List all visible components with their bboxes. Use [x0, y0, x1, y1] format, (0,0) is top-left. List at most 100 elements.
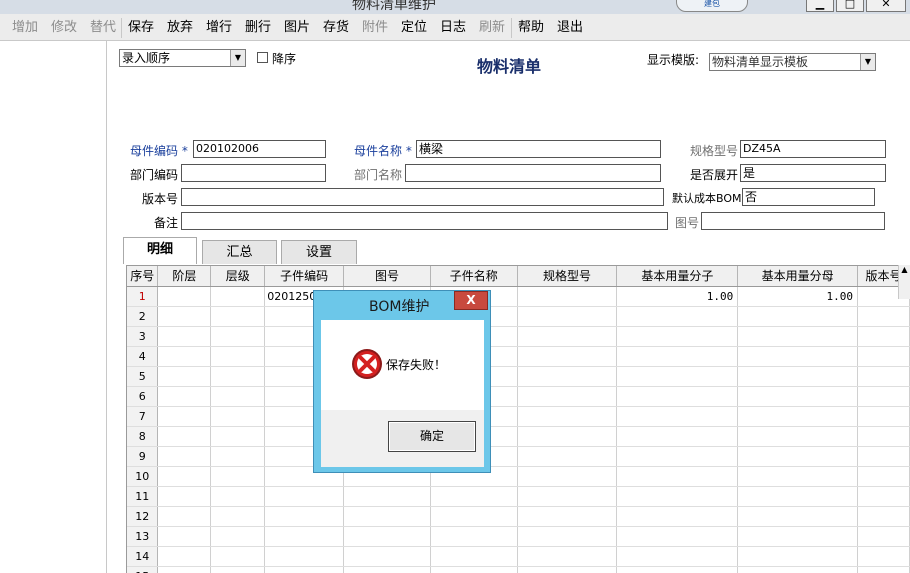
- help-button[interactable]: 帮助: [518, 19, 544, 37]
- grid-cell[interactable]: [517, 426, 618, 447]
- grid-cell[interactable]: [210, 446, 266, 467]
- grid-cell[interactable]: [157, 346, 212, 367]
- grid-cell[interactable]: [737, 466, 859, 487]
- spec-field[interactable]: DZ45A: [740, 140, 886, 158]
- grid-cell[interactable]: [264, 546, 345, 567]
- grid-cell[interactable]: [737, 426, 859, 447]
- grid-cell[interactable]: [157, 326, 212, 347]
- table-row[interactable]: 6: [127, 386, 910, 407]
- grid-cell[interactable]: [210, 406, 266, 427]
- grid-cell[interactable]: [737, 566, 859, 573]
- delete-row-button[interactable]: 删行: [245, 19, 271, 37]
- grid-cell[interactable]: [264, 566, 345, 573]
- grid-cell[interactable]: [264, 506, 345, 527]
- table-row[interactable]: 7: [127, 406, 910, 427]
- version-field[interactable]: [181, 188, 664, 206]
- grid-cell[interactable]: [857, 426, 910, 447]
- grid-cell[interactable]: [857, 446, 910, 467]
- grid-cell[interactable]: 1.00: [737, 286, 859, 307]
- grid-cell[interactable]: [210, 286, 266, 307]
- grid-cell[interactable]: [857, 406, 910, 427]
- add-row-button[interactable]: 增行: [206, 19, 232, 37]
- grid-cell[interactable]: [517, 406, 618, 427]
- grid-cell[interactable]: [157, 486, 212, 507]
- grid-cell[interactable]: [857, 526, 910, 547]
- ok-button[interactable]: 确定: [388, 421, 476, 452]
- grid-cell[interactable]: [210, 346, 266, 367]
- grid-cell[interactable]: [737, 366, 859, 387]
- window-close-button[interactable]: ✕: [866, 0, 906, 12]
- grid-cell[interactable]: [517, 486, 618, 507]
- grid-cell[interactable]: [857, 506, 910, 527]
- grid-cell[interactable]: [430, 506, 518, 527]
- table-row[interactable]: 10: [127, 466, 910, 487]
- parent-code-field[interactable]: 020102006: [193, 140, 326, 158]
- grid-cell[interactable]: [430, 486, 518, 507]
- grid-cell[interactable]: [616, 306, 739, 327]
- grid-cell[interactable]: [737, 546, 859, 567]
- grid-cell[interactable]: [210, 426, 266, 447]
- refresh-button[interactable]: 刷新: [479, 19, 505, 37]
- grid-cell[interactable]: [157, 506, 212, 527]
- maximize-button[interactable]: □: [836, 0, 864, 12]
- grid-cell[interactable]: [737, 386, 859, 407]
- save-button[interactable]: 保存: [128, 19, 154, 37]
- grid-cell[interactable]: [343, 486, 431, 507]
- sort-order-select[interactable]: 录入顺序 ▼: [119, 49, 246, 67]
- locate-button[interactable]: 定位: [401, 19, 427, 37]
- attachment-button[interactable]: 附件: [362, 19, 388, 37]
- picture-button[interactable]: 图片: [284, 19, 310, 37]
- table-row[interactable]: 9: [127, 446, 910, 467]
- grid-cell[interactable]: [616, 466, 739, 487]
- grid-cell[interactable]: [517, 326, 618, 347]
- table-row[interactable]: 4: [127, 346, 910, 367]
- grid-cell[interactable]: [264, 526, 345, 547]
- column-header[interactable]: 基本用量分母: [737, 266, 859, 287]
- column-header[interactable]: 图号: [343, 266, 431, 287]
- grid-cell[interactable]: [157, 466, 212, 487]
- dialog-close-button[interactable]: X: [454, 291, 488, 310]
- abandon-button[interactable]: 放弃: [167, 19, 193, 37]
- grid-cell[interactable]: [857, 486, 910, 507]
- replace-button[interactable]: 替代: [90, 19, 116, 37]
- grid-cell[interactable]: [616, 346, 739, 367]
- grid-cell[interactable]: [157, 406, 212, 427]
- grid-cell[interactable]: [157, 446, 212, 467]
- expand-field[interactable]: 是: [740, 164, 886, 182]
- grid-cell[interactable]: [517, 346, 618, 367]
- template-select[interactable]: 物料清单显示模板 ▼: [709, 53, 876, 71]
- log-button[interactable]: 日志: [440, 19, 466, 37]
- grid-cell[interactable]: [517, 386, 618, 407]
- grid-cell[interactable]: [157, 286, 212, 307]
- dept-name-field[interactable]: [405, 164, 661, 182]
- grid-cell[interactable]: [517, 466, 618, 487]
- chevron-down-icon[interactable]: ▼: [860, 54, 875, 70]
- remark-field[interactable]: [181, 212, 668, 230]
- grid-cell[interactable]: [210, 466, 266, 487]
- grid-cell[interactable]: [343, 566, 431, 573]
- grid-cell[interactable]: [264, 486, 345, 507]
- table-row[interactable]: 11: [127, 486, 910, 507]
- table-row[interactable]: 2: [127, 306, 910, 327]
- grid-cell[interactable]: [517, 526, 618, 547]
- grid-cell[interactable]: [616, 486, 739, 507]
- table-row[interactable]: 14: [127, 546, 910, 567]
- grid-cell[interactable]: [616, 566, 739, 573]
- grid-cell[interactable]: 1.00: [616, 286, 739, 307]
- grid-cell[interactable]: [857, 366, 910, 387]
- grid-cell[interactable]: [210, 526, 266, 547]
- grid-cell[interactable]: [517, 286, 618, 307]
- grid-cell[interactable]: [343, 546, 431, 567]
- grid-cell[interactable]: [737, 526, 859, 547]
- grid-cell[interactable]: [737, 506, 859, 527]
- grid-cell[interactable]: [210, 326, 266, 347]
- table-row[interactable]: 12: [127, 506, 910, 527]
- column-header[interactable]: 子件名称: [430, 266, 518, 287]
- grid-cell[interactable]: [517, 506, 618, 527]
- table-row[interactable]: 8: [127, 426, 910, 447]
- table-row[interactable]: 13: [127, 526, 910, 547]
- grid-cell[interactable]: [616, 426, 739, 447]
- grid-cell[interactable]: [343, 526, 431, 547]
- grid-cell[interactable]: [737, 446, 859, 467]
- default-cost-bom-field[interactable]: 否: [742, 188, 875, 206]
